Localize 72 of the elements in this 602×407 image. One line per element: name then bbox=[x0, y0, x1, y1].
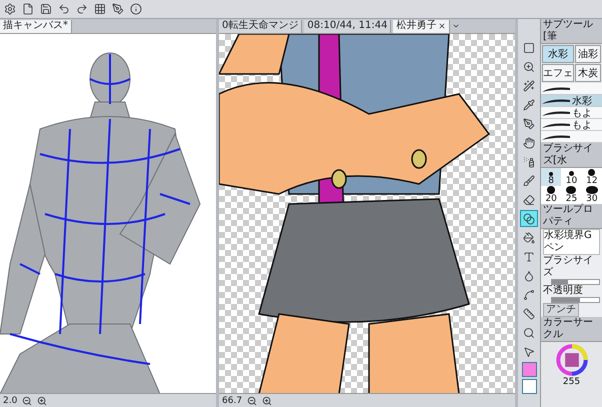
property-slider[interactable] bbox=[551, 297, 600, 303]
settings-icon[interactable] bbox=[4, 3, 16, 15]
undo-icon[interactable] bbox=[58, 3, 70, 15]
canvas-tab[interactable]: 松井勇子 bbox=[393, 20, 450, 32]
info-icon[interactable] bbox=[130, 3, 142, 15]
pipette-icon bbox=[523, 98, 535, 110]
fill-icon bbox=[523, 232, 535, 244]
select-icon bbox=[523, 42, 535, 54]
zoom-icon bbox=[523, 60, 535, 72]
text-icon bbox=[523, 250, 535, 262]
brush-icon bbox=[523, 174, 535, 186]
property-tab[interactable]: アンチ bbox=[543, 303, 579, 317]
size-dot-icon bbox=[566, 186, 576, 194]
subtool-tab[interactable]: 木炭 bbox=[575, 64, 601, 82]
brush-stroke-icon bbox=[541, 120, 571, 128]
panel-title: サブツール[筆 bbox=[541, 19, 602, 44]
zoom-value: 66.7 bbox=[222, 396, 242, 406]
brush-item[interactable]: もよ bbox=[541, 107, 602, 119]
eraser-icon bbox=[523, 194, 535, 206]
color-wheel-icon[interactable] bbox=[556, 344, 588, 376]
curve-icon bbox=[523, 288, 535, 300]
zoom-in-icon[interactable] bbox=[262, 396, 272, 406]
gradient-icon bbox=[523, 270, 535, 282]
brush-stroke-icon bbox=[541, 96, 571, 104]
close-icon[interactable] bbox=[438, 22, 446, 30]
property-label: 不透明度 bbox=[543, 285, 584, 297]
canvas-tab[interactable]: 08:10/44, 11:44 bbox=[304, 20, 392, 32]
size-dot-icon bbox=[568, 170, 574, 176]
zoom-out-icon[interactable] bbox=[247, 396, 258, 406]
panel-title: ブラシサイズ[水 bbox=[541, 143, 602, 168]
color-swatch[interactable] bbox=[522, 362, 536, 377]
search-icon bbox=[523, 326, 535, 338]
canvas-tab[interactable]: 0転生天命マンジ bbox=[219, 20, 302, 32]
zoom-value: 2.0 bbox=[3, 396, 18, 406]
tool-name: 水彩境界Gペン bbox=[543, 229, 600, 255]
pen-icon bbox=[523, 118, 535, 130]
brush-stroke-icon bbox=[541, 84, 571, 92]
redo-icon[interactable] bbox=[76, 3, 88, 15]
canvas-tab[interactable]: 描キャンバス* bbox=[0, 20, 72, 32]
panel-title: ツールプロパティ bbox=[541, 204, 602, 229]
ruler-icon bbox=[523, 308, 535, 320]
subtool-tab[interactable]: 水彩 bbox=[542, 45, 574, 63]
pointer-icon bbox=[523, 346, 535, 358]
hand-icon bbox=[523, 136, 535, 148]
save-icon[interactable] bbox=[40, 3, 52, 15]
property-slider[interactable] bbox=[551, 279, 600, 285]
grid-icon[interactable] bbox=[94, 3, 106, 15]
tool-button[interactable] bbox=[520, 210, 538, 227]
tab-menu-icon[interactable] bbox=[452, 22, 460, 30]
brush-item[interactable] bbox=[541, 83, 602, 95]
size-dot-icon bbox=[549, 172, 554, 176]
brush-item[interactable] bbox=[541, 131, 602, 143]
property-label: ブラシサイズ bbox=[543, 255, 594, 279]
brush-size-item[interactable]: 8 bbox=[541, 168, 562, 186]
blend-icon bbox=[523, 212, 535, 224]
pen-icon[interactable] bbox=[112, 3, 124, 15]
panel-title: カラーサークル bbox=[541, 317, 602, 342]
size-dot-icon bbox=[546, 186, 556, 194]
zoom-out-icon[interactable] bbox=[22, 396, 32, 406]
new-file-icon[interactable] bbox=[22, 3, 34, 15]
zoom-in-icon[interactable] bbox=[37, 396, 48, 406]
brush-stroke-icon bbox=[541, 108, 571, 116]
subtool-tab[interactable]: 油彩 bbox=[575, 45, 601, 63]
brush-item[interactable]: もよ bbox=[541, 119, 602, 131]
subtool-tab[interactable]: エフェ bbox=[542, 64, 574, 82]
wand-icon bbox=[523, 80, 535, 92]
brush-item[interactable]: 水彩 bbox=[541, 95, 602, 107]
brush-stroke-icon bbox=[541, 132, 571, 140]
size-dot-icon bbox=[586, 186, 598, 194]
size-dot-icon bbox=[588, 169, 596, 176]
color-value: 255 bbox=[562, 377, 580, 387]
color-swatch[interactable] bbox=[522, 379, 536, 394]
